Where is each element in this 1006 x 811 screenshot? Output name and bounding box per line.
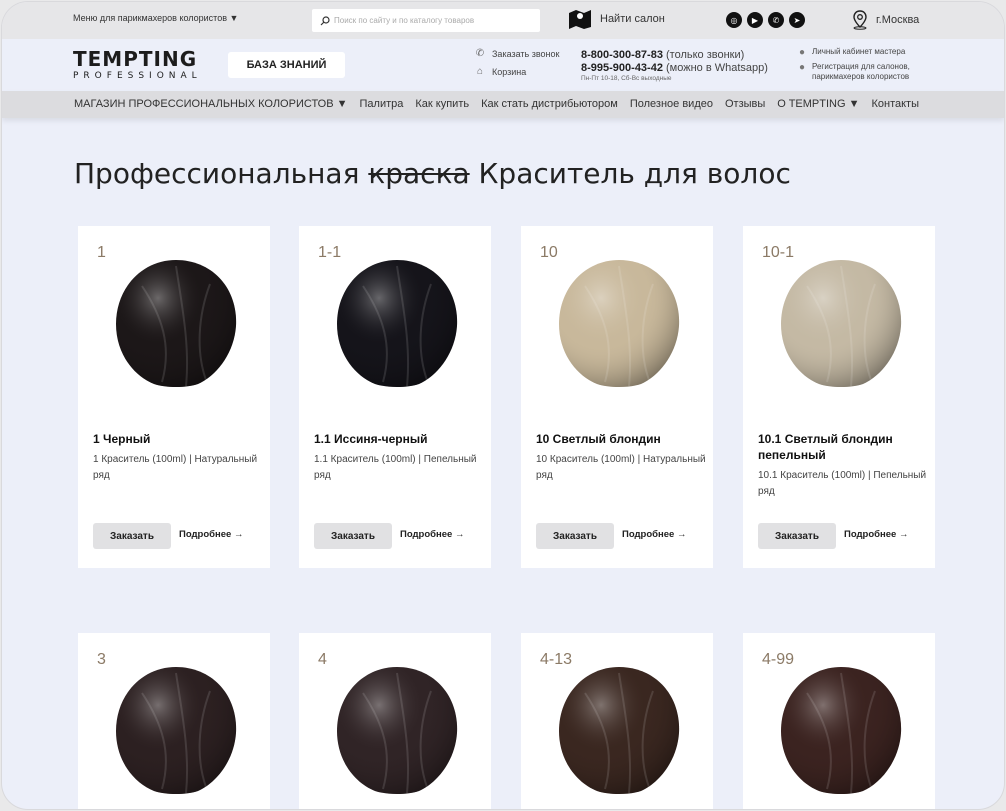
nav-item-about[interactable]: O TEMPTING ▼ [777, 98, 859, 110]
callback-link[interactable]: ✆ Заказать звонок [474, 46, 560, 62]
phone-1-note: (только звонки) [666, 49, 745, 61]
product-title[interactable]: 1.1 Иссиня-черный [314, 431, 484, 447]
phone-1-number: 8-800-300-87-83 [581, 49, 663, 61]
colorist-menu-button[interactable]: Меню для парикмахеров колористов ▼ [73, 13, 238, 23]
phone-1[interactable]: 8-800-300-87-83 (только звонки) [581, 49, 768, 62]
product-card[interactable]: 10-1 10.1 Светлый блондин пепельный 10.1 К… [743, 226, 935, 568]
order-button[interactable]: Заказать [93, 523, 171, 549]
instagram-icon[interactable]: ◎ [726, 12, 742, 28]
product-card[interactable]: 1 1 Черный 1 Краситель (100ml) | Натуральн… [78, 226, 270, 568]
hair-swatch-image[interactable] [333, 256, 461, 390]
details-link[interactable]: Подробнее → [179, 529, 243, 540]
shade-code: 1 [97, 244, 106, 261]
phone-2-number: 8-995-900-43-42 [581, 62, 663, 74]
order-button[interactable]: Заказать [314, 523, 392, 549]
phones-block: 8-800-300-87-83 (только звонки) 8-995-90… [581, 49, 768, 82]
details-link[interactable]: Подробнее → [844, 529, 908, 540]
title-struck: краска [368, 157, 470, 190]
master-cabinet-link[interactable]: ● Личный кабинет мастера [796, 47, 934, 59]
working-hours: Пн-Пт 10-18, Сб-Вс выходные [581, 75, 672, 82]
register-label: Регистрация для салонов, парикмахеров ко… [812, 62, 910, 81]
page-title: Профессиональная краска Краситель для во… [74, 157, 791, 190]
shade-code: 4 [318, 651, 327, 668]
user-icon: ● [798, 47, 806, 58]
product-card[interactable]: 1-1 1.1 Иссиня-черный 1.1 Краситель (100ml… [299, 226, 491, 568]
phone-icon: ✆ [475, 48, 485, 59]
hair-swatch-image[interactable] [112, 663, 240, 797]
product-description: 10 Краситель (100ml) | Натуральный ряд [536, 454, 706, 481]
search-icon [320, 15, 330, 25]
hair-swatch-image[interactable] [555, 256, 683, 390]
product-description: 1.1 Краситель (100ml) | Пепельный ряд [314, 454, 477, 481]
telegram-icon[interactable]: ➤ [789, 12, 805, 28]
product-card[interactable]: 4 [299, 633, 491, 809]
details-link[interactable]: Подробнее → [622, 529, 686, 540]
top-bar: Меню для парикмахеров колористов ▼ Поиск… [2, 2, 1004, 39]
hair-swatch-image[interactable] [777, 663, 905, 797]
nav-item-how-to-buy[interactable]: Как купить [415, 98, 469, 110]
social-links: ◎ ▶ ✆ ➤ [726, 12, 805, 28]
master-cabinet-label: Личный кабинет мастера [812, 47, 906, 56]
site-header: TEMPTING PROFESSIONAL БАЗА ЗНАНИЙ ✆ Зака… [2, 39, 1004, 91]
nav-item-shop[interactable]: МАГАЗИН ПРОФЕССИОНАЛЬНЫХ КОЛОРИСТОВ ▼ [74, 98, 348, 110]
user-add-icon: ● [798, 62, 806, 73]
hair-swatch-image[interactable] [555, 663, 683, 797]
city-selector[interactable]: г.Москва [852, 10, 919, 30]
product-card[interactable]: 3 [78, 633, 270, 809]
order-button[interactable]: Заказать [536, 523, 614, 549]
account-links: ● Личный кабинет мастера ● Регистрация д… [796, 47, 934, 85]
hair-swatch-image[interactable] [333, 663, 461, 797]
callback-label: Заказать звонок [492, 49, 560, 59]
main-nav: МАГАЗИН ПРОФЕССИОНАЛЬНЫХ КОЛОРИСТОВ ▼ Па… [2, 91, 1004, 118]
youtube-icon[interactable]: ▶ [747, 12, 763, 28]
whatsapp-icon[interactable]: ✆ [768, 12, 784, 28]
map-icon [569, 10, 591, 29]
location-pin-icon [853, 10, 867, 30]
header-links: ✆ Заказать звонок ⌂ Корзина [474, 46, 560, 82]
product-title[interactable]: 1 Черный [93, 431, 263, 447]
product-card[interactable]: 4-13 [521, 633, 713, 809]
product-title[interactable]: 10 Светлый блондин [536, 431, 706, 447]
phone-2-note: (можно в Whatsapp) [666, 62, 768, 74]
title-pre: Профессиональная [74, 157, 360, 190]
city-label: г.Москва [876, 14, 920, 26]
page-frame: Меню для парикмахеров колористов ▼ Поиск… [2, 2, 1004, 809]
nav-item-distributor[interactable]: Как стать дистрибьютором [481, 98, 618, 110]
nav-item-palette[interactable]: Палитра [360, 98, 404, 110]
knowledge-base-button[interactable]: БАЗА ЗНАНИЙ [228, 52, 345, 78]
hair-swatch-image[interactable] [112, 256, 240, 390]
product-card[interactable]: 4-99 [743, 633, 935, 809]
tempting-logo[interactable]: TEMPTING PROFESSIONAL [73, 49, 202, 81]
logo-sub: PROFESSIONAL [73, 71, 202, 81]
product-description: 1 Краситель (100ml) | Натуральный ряд [93, 454, 258, 481]
find-salon-link[interactable]: Найти салон [568, 8, 665, 30]
order-button[interactable]: Заказать [758, 523, 836, 549]
product-card[interactable]: 10 10 Светлый блондин 10 Краситель (100ml)… [521, 226, 713, 568]
search-placeholder: Поиск по сайту и по каталогу товаров [334, 16, 475, 25]
title-post: Краситель для волос [478, 157, 791, 190]
hair-swatch-image[interactable] [777, 256, 905, 390]
find-salon-label: Найти салон [600, 13, 665, 25]
register-link[interactable]: ● Регистрация для салонов, парикмахеров … [796, 62, 934, 82]
product-description: 10.1 Краситель (100ml) | Пепельный ряд [758, 470, 927, 497]
nav-item-video[interactable]: Полезное видео [630, 98, 713, 110]
cart-icon: ⌂ [476, 66, 484, 77]
product-title[interactable]: 10.1 Светлый блондин пепельный [758, 431, 928, 463]
phone-2[interactable]: 8-995-900-43-42 (можно в Whatsapp) [581, 62, 768, 75]
cart-label: Корзина [492, 67, 527, 77]
nav-item-contacts[interactable]: Контакты [871, 98, 919, 110]
logo-main: TEMPTING [73, 47, 198, 71]
search-input[interactable]: Поиск по сайту и по каталогу товаров [312, 9, 540, 32]
details-link[interactable]: Подробнее → [400, 529, 464, 540]
cart-link[interactable]: ⌂ Корзина [474, 64, 559, 80]
shade-code: 3 [97, 651, 106, 668]
nav-item-reviews[interactable]: Отзывы [725, 98, 765, 110]
